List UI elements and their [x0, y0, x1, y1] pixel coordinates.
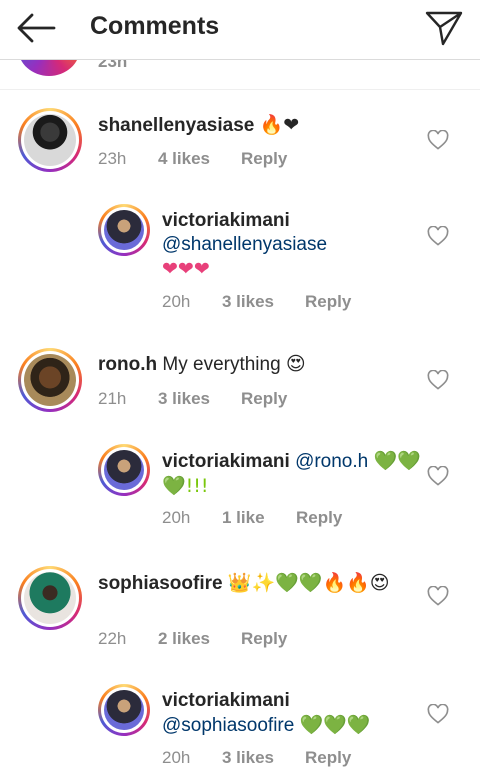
app-header: Comments	[0, 0, 480, 60]
heart-outline-icon[interactable]	[427, 466, 449, 486]
comment-time: 20h	[162, 292, 191, 311]
comment-text: shanellenyasiase 🔥❤	[98, 113, 418, 138]
comment-likes[interactable]: 3 likes	[222, 748, 305, 768]
comment-text: victoriakimani @rono.h 💚💚💚!!!	[162, 449, 422, 499]
comment-meta: 20h 3 likes Reply	[162, 748, 351, 768]
comment-meta: 20h 1 like Reply	[162, 508, 342, 528]
comment-time: 23h	[98, 149, 127, 168]
comment-meta: 22h 2 likes Reply	[98, 629, 287, 649]
comment-likes[interactable]: 1 like	[222, 508, 296, 528]
comment-body: My everything 😍	[162, 354, 306, 375]
avatar[interactable]	[98, 444, 150, 496]
comment-time: 22h	[98, 629, 127, 648]
heart-outline-icon[interactable]	[427, 226, 449, 246]
avatar[interactable]	[18, 108, 82, 172]
comment-time: 20h	[162, 508, 191, 527]
comment-username[interactable]: victoriakimani	[162, 690, 290, 711]
page-title: Comments	[90, 12, 220, 40]
comment-likes[interactable]: 3 likes	[222, 292, 305, 312]
reply-button[interactable]: Reply	[241, 389, 287, 409]
reply-button[interactable]: Reply	[305, 292, 351, 312]
divider	[0, 89, 480, 90]
heart-outline-icon[interactable]	[427, 704, 449, 724]
comments-feed[interactable]: 23h shanellenyasiase 🔥❤ 23h 4 likes Repl…	[0, 0, 480, 771]
comment-text: victoriakimani @shanellenyasiase ❤❤❤	[162, 209, 422, 282]
avatar[interactable]	[18, 566, 82, 630]
comment-username[interactable]: sophiasoofire	[98, 573, 223, 594]
heart-outline-icon[interactable]	[427, 370, 449, 390]
comment-text: rono.h My everything 😍	[98, 353, 418, 377]
comment-likes[interactable]: 4 likes	[158, 149, 241, 169]
comment-text: victoriakimani @sophiasoofire 💚💚💚	[162, 689, 422, 738]
reply-button[interactable]: Reply	[296, 508, 342, 528]
comment-body: 🔥❤	[259, 114, 300, 136]
paper-plane-icon[interactable]	[424, 8, 464, 48]
comment-body: ❤❤❤	[162, 258, 210, 280]
reply-button[interactable]: Reply	[241, 149, 287, 169]
comment-meta: 21h 3 likes Reply	[98, 389, 287, 409]
comment-meta: 23h 4 likes Reply	[98, 149, 287, 169]
comment-body: 💚💚💚	[299, 714, 371, 736]
arrow-left-icon[interactable]	[14, 10, 58, 46]
heart-outline-icon[interactable]	[427, 586, 449, 606]
comment-body: 👑✨💚💚🔥🔥😍	[227, 572, 390, 594]
comment-time: 20h	[162, 748, 191, 767]
comment-meta: 20h 3 likes Reply	[162, 292, 351, 312]
comment-text: sophiasoofire 👑✨💚💚🔥🔥😍	[98, 571, 418, 596]
comment-username[interactable]: shanellenyasiase	[98, 115, 254, 136]
avatar[interactable]	[18, 348, 82, 412]
avatar[interactable]	[98, 204, 150, 256]
reply-button[interactable]: Reply	[241, 629, 287, 649]
avatar[interactable]	[98, 684, 150, 736]
comment-username[interactable]: victoriakimani	[162, 451, 290, 472]
comment-mention[interactable]: @rono.h	[295, 451, 368, 472]
comment-username[interactable]: rono.h	[98, 354, 157, 375]
comment-likes[interactable]: 2 likes	[158, 629, 241, 649]
reply-button[interactable]: Reply	[305, 748, 351, 768]
heart-outline-icon[interactable]	[427, 130, 449, 150]
comment-mention[interactable]: @sophiasoofire	[162, 715, 294, 736]
comment-time: 21h	[98, 389, 127, 408]
comment-mention[interactable]: @shanellenyasiase	[162, 234, 327, 255]
comment-username[interactable]: victoriakimani	[162, 210, 290, 231]
comment-likes[interactable]: 3 likes	[158, 389, 241, 409]
